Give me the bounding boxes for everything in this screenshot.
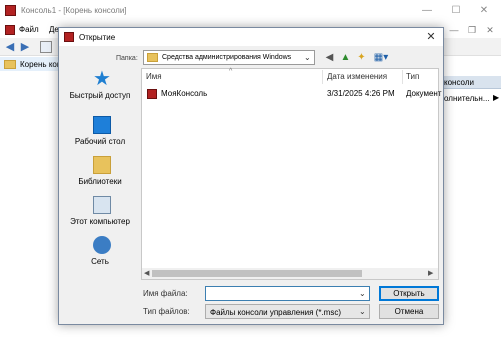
chevron-down-icon: ⌄ — [359, 307, 366, 316]
inner-close-icon[interactable]: ✕ — [484, 24, 496, 36]
back-nav-icon[interactable]: ◀ — [323, 51, 336, 64]
places-bar: ★ Быстрый доступ Рабочий стол Библиотеки… — [65, 68, 135, 272]
msc-file-icon — [147, 89, 157, 99]
place-label: Сеть — [91, 257, 109, 266]
scroll-left-icon[interactable]: ◀ — [144, 269, 149, 277]
new-folder-icon[interactable]: ✦ — [355, 51, 368, 64]
chevron-down-icon: ⌄ — [304, 53, 311, 62]
file-type-label: Тип файлов: — [143, 307, 190, 316]
view-menu-icon[interactable]: ▦▾ — [371, 51, 391, 64]
show-tree-icon[interactable] — [40, 41, 52, 53]
actions-header-label: консоли — [444, 78, 474, 87]
look-in-value: Средства администрирования Windows — [162, 54, 292, 61]
file-list: ^ Имя Дата изменения Тип МояКонсоль 3/31… — [141, 68, 442, 280]
cancel-button[interactable]: Отмена — [379, 304, 439, 319]
maximize-icon[interactable]: ☐ — [449, 4, 463, 18]
dialog-title-bar: Открытие ✕ — [59, 28, 443, 46]
open-button[interactable]: Открыть — [379, 286, 439, 301]
scroll-thumb[interactable] — [152, 270, 362, 277]
file-name: МояКонсоль — [161, 89, 208, 98]
column-header-date[interactable]: Дата изменения — [327, 72, 387, 81]
sort-chevron-up-icon: ^ — [229, 68, 233, 75]
folder-icon — [4, 60, 16, 69]
console-tree: Корень консоли — [0, 56, 79, 347]
star-icon: ★ — [93, 68, 111, 90]
inner-minimize-icon[interactable]: — — [448, 24, 460, 36]
folder-icon — [147, 53, 158, 62]
dialog-close-icon[interactable]: ✕ — [424, 30, 438, 44]
menu-file[interactable]: Файл — [19, 25, 39, 34]
mmc-app-icon — [5, 5, 16, 16]
file-date: 3/31/2025 4:26 PM — [327, 89, 395, 98]
column-header-type[interactable]: Тип — [406, 72, 419, 81]
place-network[interactable]: Сеть — [65, 236, 135, 272]
file-row[interactable]: МояКонсоль 3/31/2025 4:26 PM Документ — [144, 87, 442, 101]
desktop-background — [0, 325, 501, 347]
look-in-dropdown[interactable]: Средства администрирования Windows ⌄ — [143, 50, 315, 65]
library-icon — [93, 156, 111, 174]
column-divider[interactable] — [402, 70, 403, 84]
inner-restore-icon[interactable]: ❐ — [466, 24, 478, 36]
place-libraries[interactable]: Библиотеки — [65, 156, 135, 192]
submenu-arrow-icon: ▶ — [493, 93, 500, 102]
file-type-dropdown[interactable]: Файлы консоли управления (*.msc) ⌄ — [205, 304, 370, 319]
back-icon[interactable]: ◀ — [4, 41, 16, 53]
place-desktop[interactable]: Рабочий стол — [65, 116, 135, 152]
place-label: Быстрый доступ — [69, 91, 131, 100]
console-menu-icon[interactable] — [5, 25, 15, 35]
actions-header: консоли — [441, 76, 501, 89]
place-label: Библиотеки — [78, 177, 122, 186]
file-name-input[interactable] — [205, 286, 370, 301]
place-label: Этот компьютер — [70, 217, 130, 226]
forward-icon[interactable]: ▶ — [19, 41, 31, 53]
place-this-pc[interactable]: Этот компьютер — [65, 196, 135, 232]
network-icon — [93, 236, 111, 254]
scroll-right-icon[interactable]: ▶ — [428, 269, 433, 277]
computer-icon — [93, 196, 111, 214]
mmc-title-bar: Консоль1 - [Корень консоли] — ☐ ✕ — [0, 0, 501, 22]
place-quick-access[interactable]: ★ Быстрый доступ — [65, 68, 135, 106]
actions-pane: консоли олнительн... ▶ — [440, 56, 501, 347]
dialog-title: Открытие — [79, 33, 116, 42]
place-label: Рабочий стол — [74, 137, 126, 146]
tree-item-root[interactable]: Корень консоли — [0, 57, 79, 71]
open-file-dialog: Открытие ✕ Папка: Средства администриров… — [58, 27, 444, 325]
desktop-icon — [93, 116, 111, 134]
up-folder-icon[interactable]: ▲ — [339, 51, 352, 64]
column-divider[interactable] — [322, 70, 323, 84]
mmc-window-title: Консоль1 - [Корень консоли] — [21, 6, 127, 15]
actions-item-more[interactable]: олнительн... — [444, 94, 490, 103]
file-name-label: Имя файла: — [143, 289, 188, 298]
file-type: Документ — [406, 89, 442, 98]
minimize-icon[interactable]: — — [420, 4, 434, 18]
dialog-app-icon — [64, 32, 74, 42]
look-in-label: Папка: — [116, 55, 138, 62]
column-header-name[interactable]: Имя — [146, 72, 162, 81]
window-close-icon[interactable]: ✕ — [477, 4, 491, 18]
chevron-down-icon[interactable]: ⌄ — [359, 289, 366, 298]
horizontal-scrollbar[interactable]: ◀ ▶ — [142, 268, 438, 279]
file-type-value: Файлы консоли управления (*.msc) — [210, 308, 342, 317]
